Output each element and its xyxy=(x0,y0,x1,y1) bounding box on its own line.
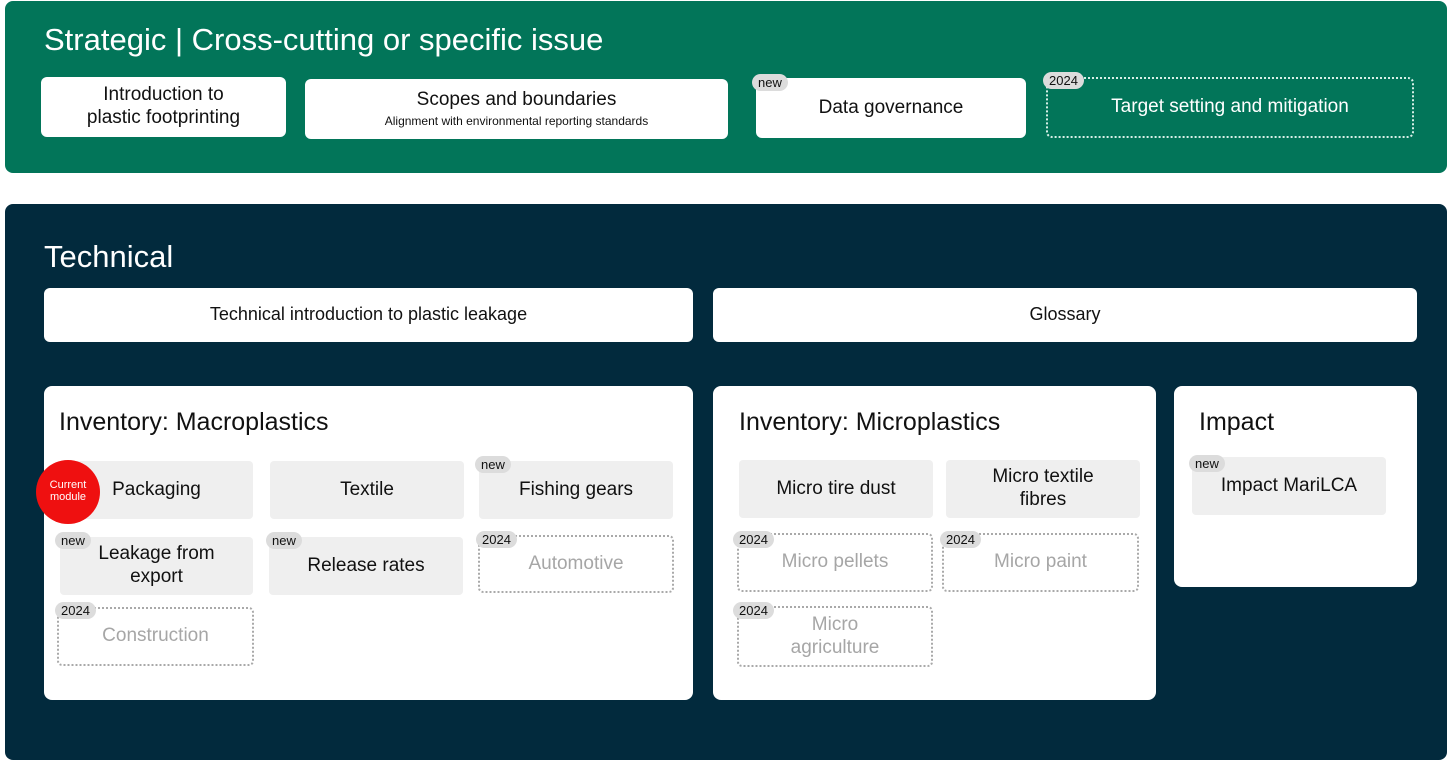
module-label: Target setting and mitigation xyxy=(1111,96,1349,118)
impact-title: Impact xyxy=(1199,408,1275,436)
new-tag: new xyxy=(266,532,302,549)
module-label: Impact MariLCA xyxy=(1220,474,1358,496)
current-module-badge: Current module xyxy=(36,460,100,524)
module-label: Micro tire dust xyxy=(776,477,896,499)
year-tag: 2024 xyxy=(940,531,981,548)
macroplastics-title: Inventory: Macroplastics xyxy=(59,408,329,436)
micro-textile-fibres-module[interactable]: Micro textile fibres xyxy=(946,460,1140,518)
module-label: Automotive xyxy=(528,552,624,574)
module-label: Scopes and boundaries xyxy=(416,89,617,111)
textile-module[interactable]: Textile xyxy=(270,461,464,519)
module-label: Micro pellets xyxy=(781,551,889,573)
module-label-line: export xyxy=(130,566,183,587)
badge-line: module xyxy=(49,491,87,503)
microplastics-title: Inventory: Microplastics xyxy=(739,408,1001,436)
data-governance-module[interactable]: Data governance xyxy=(756,78,1026,138)
module-label-line: Micro xyxy=(811,613,859,635)
scopes-boundaries-module[interactable]: Scopes and boundaries Alignment with env… xyxy=(305,79,728,139)
year-tag: 2024 xyxy=(476,531,517,548)
module-label: Fishing gears xyxy=(518,478,634,500)
micro-tire-dust-module[interactable]: Micro tire dust xyxy=(739,460,933,518)
glossary-module[interactable]: Glossary xyxy=(713,288,1417,342)
module-label: Glossary xyxy=(1029,304,1101,325)
module-label: Micro paint xyxy=(994,551,1087,573)
module-label: Release rates xyxy=(307,554,425,576)
new-tag: new xyxy=(752,74,788,91)
year-tag: 2024 xyxy=(1043,72,1084,89)
module-subtitle: Alignment with environmental reporting s… xyxy=(384,114,649,129)
year-tag: 2024 xyxy=(55,602,96,619)
technical-intro-module[interactable]: Technical introduction to plastic leakag… xyxy=(44,288,693,342)
module-label-line: fibres xyxy=(1019,489,1067,510)
new-tag: new xyxy=(55,532,91,549)
new-tag: new xyxy=(1189,455,1225,472)
year-tag: 2024 xyxy=(733,602,774,619)
module-label-line: Introduction to xyxy=(103,84,224,106)
module-label: Packaging xyxy=(112,478,201,500)
module-label: Technical introduction to plastic leakag… xyxy=(209,304,528,325)
module-label-line: Leakage from xyxy=(98,543,215,565)
technical-title: Technical xyxy=(44,239,174,274)
module-label: Data governance xyxy=(818,96,964,118)
intro-plastic-footprinting-module[interactable]: Introduction to plastic footprinting xyxy=(41,77,286,137)
module-label-line: Micro textile xyxy=(992,466,1094,488)
year-tag: 2024 xyxy=(733,531,774,548)
new-tag: new xyxy=(475,456,511,473)
target-setting-module[interactable]: Target setting and mitigation xyxy=(1046,77,1414,138)
module-label-line: agriculture xyxy=(790,636,880,658)
module-label: Textile xyxy=(340,478,394,500)
strategic-title: Strategic | Cross-cutting or specific is… xyxy=(44,22,604,57)
module-label-line: plastic footprinting xyxy=(86,107,241,128)
module-label: Construction xyxy=(102,625,209,647)
